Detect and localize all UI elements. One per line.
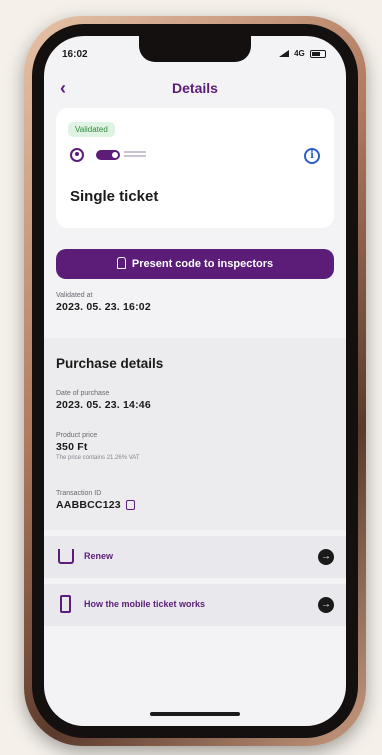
arrow-right-icon[interactable]: → [318,597,334,613]
purchase-title: Purchase details [56,356,164,371]
transaction-value-row: AABBCC123 [56,499,135,511]
ticket-card[interactable]: Validated i Single ticket [56,108,334,228]
validated-label: Validated at [56,292,93,299]
home-indicator[interactable] [150,712,240,716]
validated-value: 2023. 05. 23. 16:02 [56,301,151,313]
transaction-label: Transaction ID [56,490,102,497]
transaction-field: Transaction ID AABBCC123 [56,490,135,511]
tram-icon [96,150,120,160]
purchase-date-label: Date of purchase [56,390,110,397]
how-it-works-item[interactable]: How the mobile ticket works → [44,584,346,626]
network-label: 4G [294,49,305,58]
ticket-title: Single ticket [70,188,159,205]
phone-icon [60,595,71,613]
status-bar: 16:02 4G [44,36,346,70]
inspector-icon [116,256,126,269]
person-icon [70,148,84,162]
page-title: Details [172,80,218,96]
validated-info: Validated at 2023. 05. 23. 16:02 [56,292,151,313]
vat-note: The price contains 21.26% VAT [56,455,140,461]
renew-label: Renew [84,551,114,561]
cart-icon [58,549,74,564]
battery-icon [310,49,326,58]
renew-item[interactable]: Renew → [44,536,346,578]
price-value: 350 Ft [56,441,88,453]
purchase-date-field: Date of purchase 2023. 05. 23. 14:46 [56,390,151,411]
present-code-button[interactable]: Present code to inspectors [56,249,334,279]
purchase-date-value: 2023. 05. 23. 14:46 [56,399,151,411]
header: ‹ Details [44,74,346,104]
purchase-details-card: Purchase details Date of purchase 2023. … [44,338,346,530]
status-indicators: 4G [278,49,326,58]
app-screen: 16:02 4G ‹ Details Validated i Single ti… [44,36,346,726]
arrow-right-icon[interactable]: → [318,549,334,565]
copy-icon[interactable] [125,500,135,511]
price-field: Product price 350 Ft The price contains … [56,432,140,461]
placeholder-lines-icon [124,151,146,159]
how-it-works-label: How the mobile ticket works [84,599,206,609]
price-label: Product price [56,432,98,439]
signal-icon [278,50,289,58]
info-icon[interactable]: i [304,148,320,164]
status-badge: Validated [68,122,115,137]
transaction-id: AABBCC123 [56,499,121,511]
status-time: 16:02 [62,49,88,60]
present-code-label: Present code to inspectors [131,258,274,270]
